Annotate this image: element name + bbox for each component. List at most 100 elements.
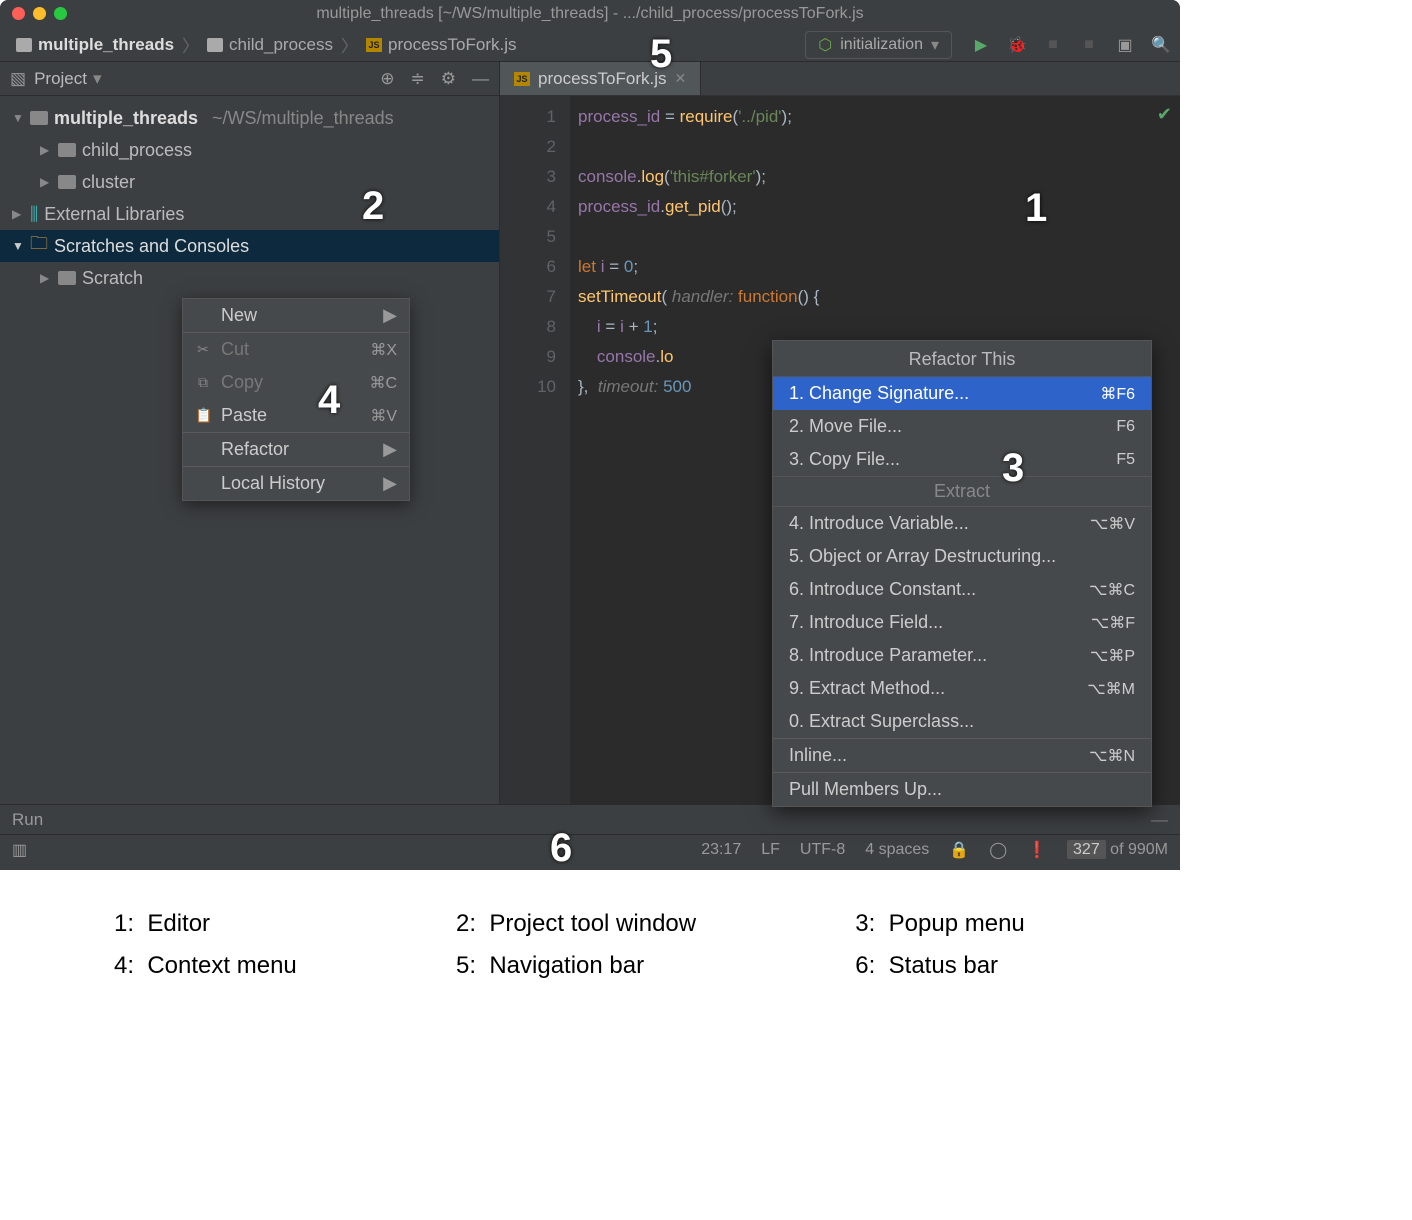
nodejs-icon: ⬡: [818, 35, 832, 55]
legend-item: 5: Navigation bar: [442, 952, 751, 980]
popup-title: Refactor This: [773, 341, 1151, 377]
ctx-copy[interactable]: ⧉Copy⌘C: [183, 366, 409, 399]
minimize-icon[interactable]: [33, 7, 46, 20]
scratches-icon: 🗀: [30, 231, 48, 261]
status-encoding[interactable]: UTF-8: [800, 841, 845, 859]
legend: 1: Editor 2: Project tool window 3: Popu…: [0, 870, 1180, 1020]
annotation-label-2: 2: [362, 184, 384, 229]
chevron-down-icon[interactable]: ▾: [93, 69, 102, 89]
cut-icon: ✂: [195, 341, 211, 358]
popup-change-signature[interactable]: 1. Change Signature...⌘F6: [773, 377, 1151, 410]
ctx-new[interactable]: New▶: [183, 299, 409, 332]
hide-icon[interactable]: —: [1151, 810, 1168, 830]
ctx-paste[interactable]: 📋Paste⌘V: [183, 399, 409, 432]
project-header-label[interactable]: Project: [34, 69, 87, 89]
library-icon: ⫼: [30, 204, 38, 225]
crumb-project[interactable]: multiple_threads: [10, 35, 180, 55]
run-tool-window-header[interactable]: Run —: [0, 804, 1180, 834]
folder-icon: [58, 175, 76, 189]
ide-window: multiple_threads [~/WS/multiple_threads]…: [0, 0, 1180, 870]
status-indent[interactable]: 4 spaces: [865, 841, 929, 859]
tree-scratches[interactable]: ▼🗀 Scratches and Consoles: [0, 230, 499, 262]
feedback-icon[interactable]: ◯: [989, 840, 1007, 860]
tree-external-libraries[interactable]: ▶⫼ External Libraries: [0, 198, 499, 230]
navigation-bar: multiple_threads 〉 child_process 〉 JSpro…: [0, 28, 1180, 62]
expand-all-icon[interactable]: ≑: [411, 69, 425, 89]
context-menu: New▶ ✂Cut⌘X ⧉Copy⌘C 📋Paste⌘V Refactor▶ L…: [182, 298, 410, 501]
project-header: ▧ Project ▾ ⊕ ≑ ⚙ —: [0, 62, 499, 96]
popup-inline[interactable]: Inline...⌥⌘N: [773, 739, 1151, 772]
popup-destructuring[interactable]: 5. Object or Array Destructuring...: [773, 540, 1151, 573]
folder-icon: [30, 111, 48, 125]
ctx-cut[interactable]: ✂Cut⌘X: [183, 333, 409, 366]
popup-introduce-constant[interactable]: 6. Introduce Constant...⌥⌘C: [773, 573, 1151, 606]
search-icon[interactable]: 🔍: [1152, 36, 1170, 54]
ctx-refactor[interactable]: Refactor▶: [183, 433, 409, 466]
folder-icon: [58, 143, 76, 157]
annotation-label-3: 3: [1002, 446, 1024, 491]
crumb-file[interactable]: JSprocessToFork.js: [360, 35, 522, 55]
memory-indicator[interactable]: 327 of 990M: [1067, 841, 1168, 859]
stop-icon[interactable]: ■: [1080, 36, 1098, 54]
annotation-label-5: 5: [650, 32, 672, 77]
project-view-icon[interactable]: ▧: [10, 69, 26, 89]
run-configuration-selector[interactable]: ⬡ initialization ▾: [805, 31, 952, 59]
popup-introduce-parameter[interactable]: 8. Introduce Parameter...⌥⌘P: [773, 639, 1151, 672]
status-bar: ▥ 23:17 LF UTF-8 4 spaces 🔒 ◯ ❗ 327 of 9…: [0, 834, 1180, 864]
legend-item: 1: Editor: [100, 910, 352, 938]
run-icon[interactable]: ▶: [972, 36, 990, 54]
status-position[interactable]: 23:17: [701, 841, 741, 859]
gear-icon[interactable]: ⚙: [441, 69, 456, 89]
project-tree: ▼ multiple_threads ~/WS/multiple_threads…: [0, 96, 499, 300]
hide-icon[interactable]: —: [472, 69, 489, 89]
popup-extract-superclass[interactable]: 0. Extract Superclass...: [773, 705, 1151, 738]
locate-icon[interactable]: ⊕: [380, 69, 394, 89]
tree-scratch-folder[interactable]: ▶ Scratch: [0, 262, 499, 294]
window-controls: [12, 7, 67, 20]
js-file-icon: JS: [514, 72, 530, 86]
popup-pull-members-up[interactable]: Pull Members Up...: [773, 773, 1151, 806]
annotation-label-1: 1: [1025, 186, 1047, 231]
ctx-local-history[interactable]: Local History▶: [183, 467, 409, 500]
editor-tab-label: processToFork.js: [538, 69, 666, 89]
legend-item: 4: Context menu: [100, 952, 352, 980]
close-icon[interactable]: [12, 7, 25, 20]
titlebar: multiple_threads [~/WS/multiple_threads]…: [0, 0, 1180, 28]
status-line-separator[interactable]: LF: [761, 841, 780, 859]
chevron-right-icon: 〉: [339, 32, 360, 57]
popup-introduce-variable[interactable]: 4. Introduce Variable...⌥⌘V: [773, 507, 1151, 540]
refactor-popup: Refactor This 1. Change Signature...⌘F6 …: [772, 340, 1152, 807]
editor-tabs: JS processToFork.js ✕: [500, 62, 1180, 96]
js-file-icon: JS: [366, 38, 382, 52]
legend-item: 6: Status bar: [841, 952, 1080, 980]
popup-move-file[interactable]: 2. Move File...F6: [773, 410, 1151, 443]
tree-folder[interactable]: ▶ child_process: [0, 134, 499, 166]
folder-icon: [207, 38, 223, 52]
alert-icon[interactable]: ❗: [1027, 840, 1047, 860]
maximize-icon[interactable]: [54, 7, 67, 20]
run-config-label: initialization: [840, 36, 923, 54]
popup-extract-header: Extract: [773, 476, 1151, 507]
toolbar-icons: ▶ 🐞 ■ ■ ▣ 🔍: [972, 36, 1170, 54]
annotation-label-4: 4: [318, 378, 340, 423]
crumb-folder[interactable]: child_process: [201, 35, 339, 55]
close-icon[interactable]: ✕: [674, 70, 686, 87]
legend-item: 2: Project tool window: [442, 910, 751, 938]
copy-icon: ⧉: [195, 374, 211, 391]
window-title: multiple_threads [~/WS/multiple_threads]…: [316, 5, 863, 23]
run-label: Run: [12, 810, 43, 830]
tree-folder[interactable]: ▶ cluster: [0, 166, 499, 198]
tool-windows-icon[interactable]: ▥: [12, 840, 27, 860]
annotation-label-6: 6: [550, 826, 572, 870]
popup-extract-method[interactable]: 9. Extract Method...⌥⌘M: [773, 672, 1151, 705]
tree-root[interactable]: ▼ multiple_threads ~/WS/multiple_threads: [0, 102, 499, 134]
stop-icon[interactable]: ■: [1044, 36, 1062, 54]
debug-icon[interactable]: 🐞: [1008, 36, 1026, 54]
gutter: 123 456 789 10: [500, 96, 570, 804]
legend-item: 3: Popup menu: [841, 910, 1080, 938]
chevron-down-icon: ▾: [931, 35, 939, 55]
popup-copy-file[interactable]: 3. Copy File...F5: [773, 443, 1151, 476]
popup-introduce-field[interactable]: 7. Introduce Field...⌥⌘F: [773, 606, 1151, 639]
run-with-coverage-icon[interactable]: ▣: [1116, 36, 1134, 54]
lock-icon[interactable]: 🔒: [949, 840, 969, 860]
